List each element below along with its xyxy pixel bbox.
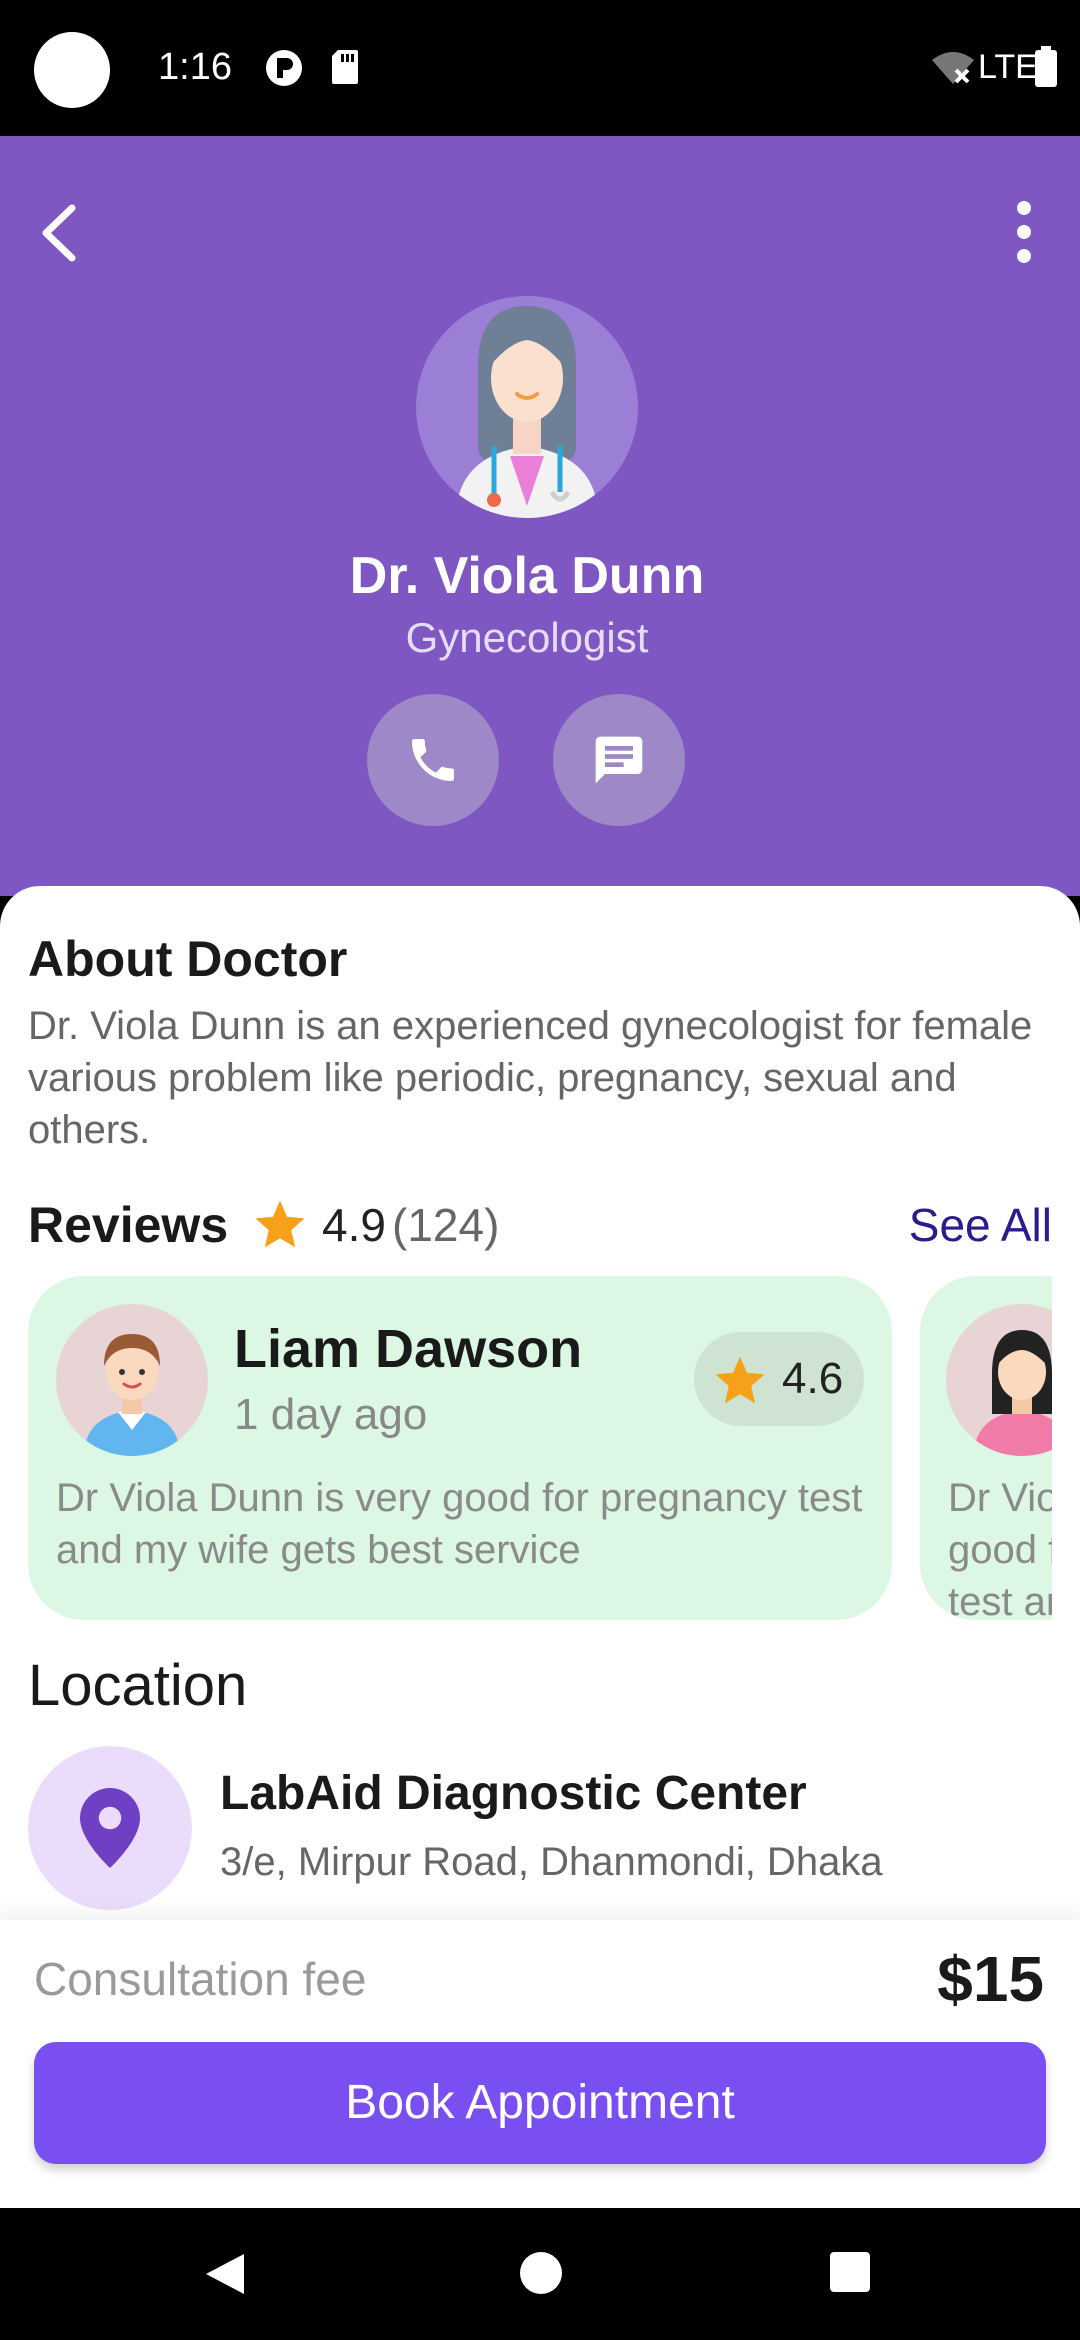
location-icon-circle: [28, 1746, 192, 1910]
camera-cutout: [34, 32, 110, 108]
reviewer-name: Liam Dawson: [234, 1319, 583, 1379]
review-rating: 4.6: [782, 1354, 844, 1403]
nav-recents-icon[interactable]: [828, 2250, 872, 2294]
content-sheet: About Doctor Dr. Viola Dunn is an experi…: [0, 886, 1080, 1920]
review-rating-badge: 4.6: [694, 1332, 864, 1426]
message-button[interactable]: [553, 694, 685, 826]
consultation-fee-label: Consultation fee: [34, 1953, 367, 2005]
phone-screen: 1:16 LTE Dr. Viola Dunn Gynecologist Abo…: [0, 0, 1080, 2340]
more-options-button[interactable]: [1004, 196, 1044, 268]
status-bar: 1:16 LTE: [0, 0, 1080, 136]
reviews-header: Reviews 4.9 (124) See All: [28, 1192, 1052, 1256]
review-time: 1 day ago: [234, 1390, 428, 1439]
booking-panel: Consultation fee $15 Book Appointment: [0, 1920, 1080, 2208]
reviews-count: (124): [392, 1199, 500, 1251]
review-text: Dr Viola Dunn is very good for pregnancy…: [948, 1476, 1052, 1620]
notification-icon: [266, 50, 302, 86]
review-card[interactable]: Liam Dawson 1 day ago 4.6 Dr Viola Dunn …: [28, 1276, 892, 1620]
wifi-off-icon: [932, 52, 974, 84]
network-type: LTE: [978, 48, 1038, 86]
nav-home-icon[interactable]: [518, 2250, 564, 2296]
see-all-link[interactable]: See All: [909, 1198, 1052, 1252]
about-title: About Doctor: [28, 931, 348, 987]
location-name: LabAid Diagnostic Center: [220, 1767, 807, 1820]
doctor-header: Dr. Viola Dunn Gynecologist: [0, 136, 1080, 896]
call-button[interactable]: [367, 694, 499, 826]
doctor-name: Dr. Viola Dunn: [349, 547, 705, 605]
consultation-fee-value: $15: [937, 1943, 1044, 2015]
review-card[interactable]: Dr Viola Dunn is very good for pregnancy…: [920, 1276, 1052, 1620]
system-nav-bar: [0, 2208, 1080, 2340]
location-title: Location: [28, 1653, 248, 1718]
message-icon: [595, 736, 643, 784]
reviews-rating: 4.9: [322, 1199, 386, 1251]
location-pin-icon: [80, 1788, 140, 1868]
star-icon: [715, 1356, 765, 1404]
doctor-avatar: [416, 296, 638, 518]
nav-back-icon[interactable]: [200, 2250, 248, 2298]
book-appointment-button[interactable]: Book Appointment: [34, 2042, 1046, 2164]
phone-icon: [412, 739, 454, 781]
about-text: Dr. Viola Dunn is an experienced gynecol…: [28, 1004, 1033, 1152]
review-text: Dr Viola Dunn is very good for pregnancy…: [56, 1476, 863, 1572]
reviewer-avatar: [946, 1304, 1052, 1456]
back-button[interactable]: [32, 198, 92, 268]
location-address: 3/e, Mirpur Road, Dhanmondi, Dhaka: [220, 1840, 883, 1884]
reviewer-avatar: [56, 1304, 208, 1456]
chevron-left-icon: [42, 204, 76, 262]
doctor-specialty: Gynecologist: [405, 614, 649, 661]
star-icon: [255, 1200, 305, 1248]
more-vert-icon: [1017, 201, 1031, 263]
reviews-title: Reviews: [28, 1197, 229, 1253]
battery-icon: [1035, 46, 1057, 87]
status-time: 1:16: [158, 46, 232, 88]
sd-card-icon: [332, 50, 358, 84]
